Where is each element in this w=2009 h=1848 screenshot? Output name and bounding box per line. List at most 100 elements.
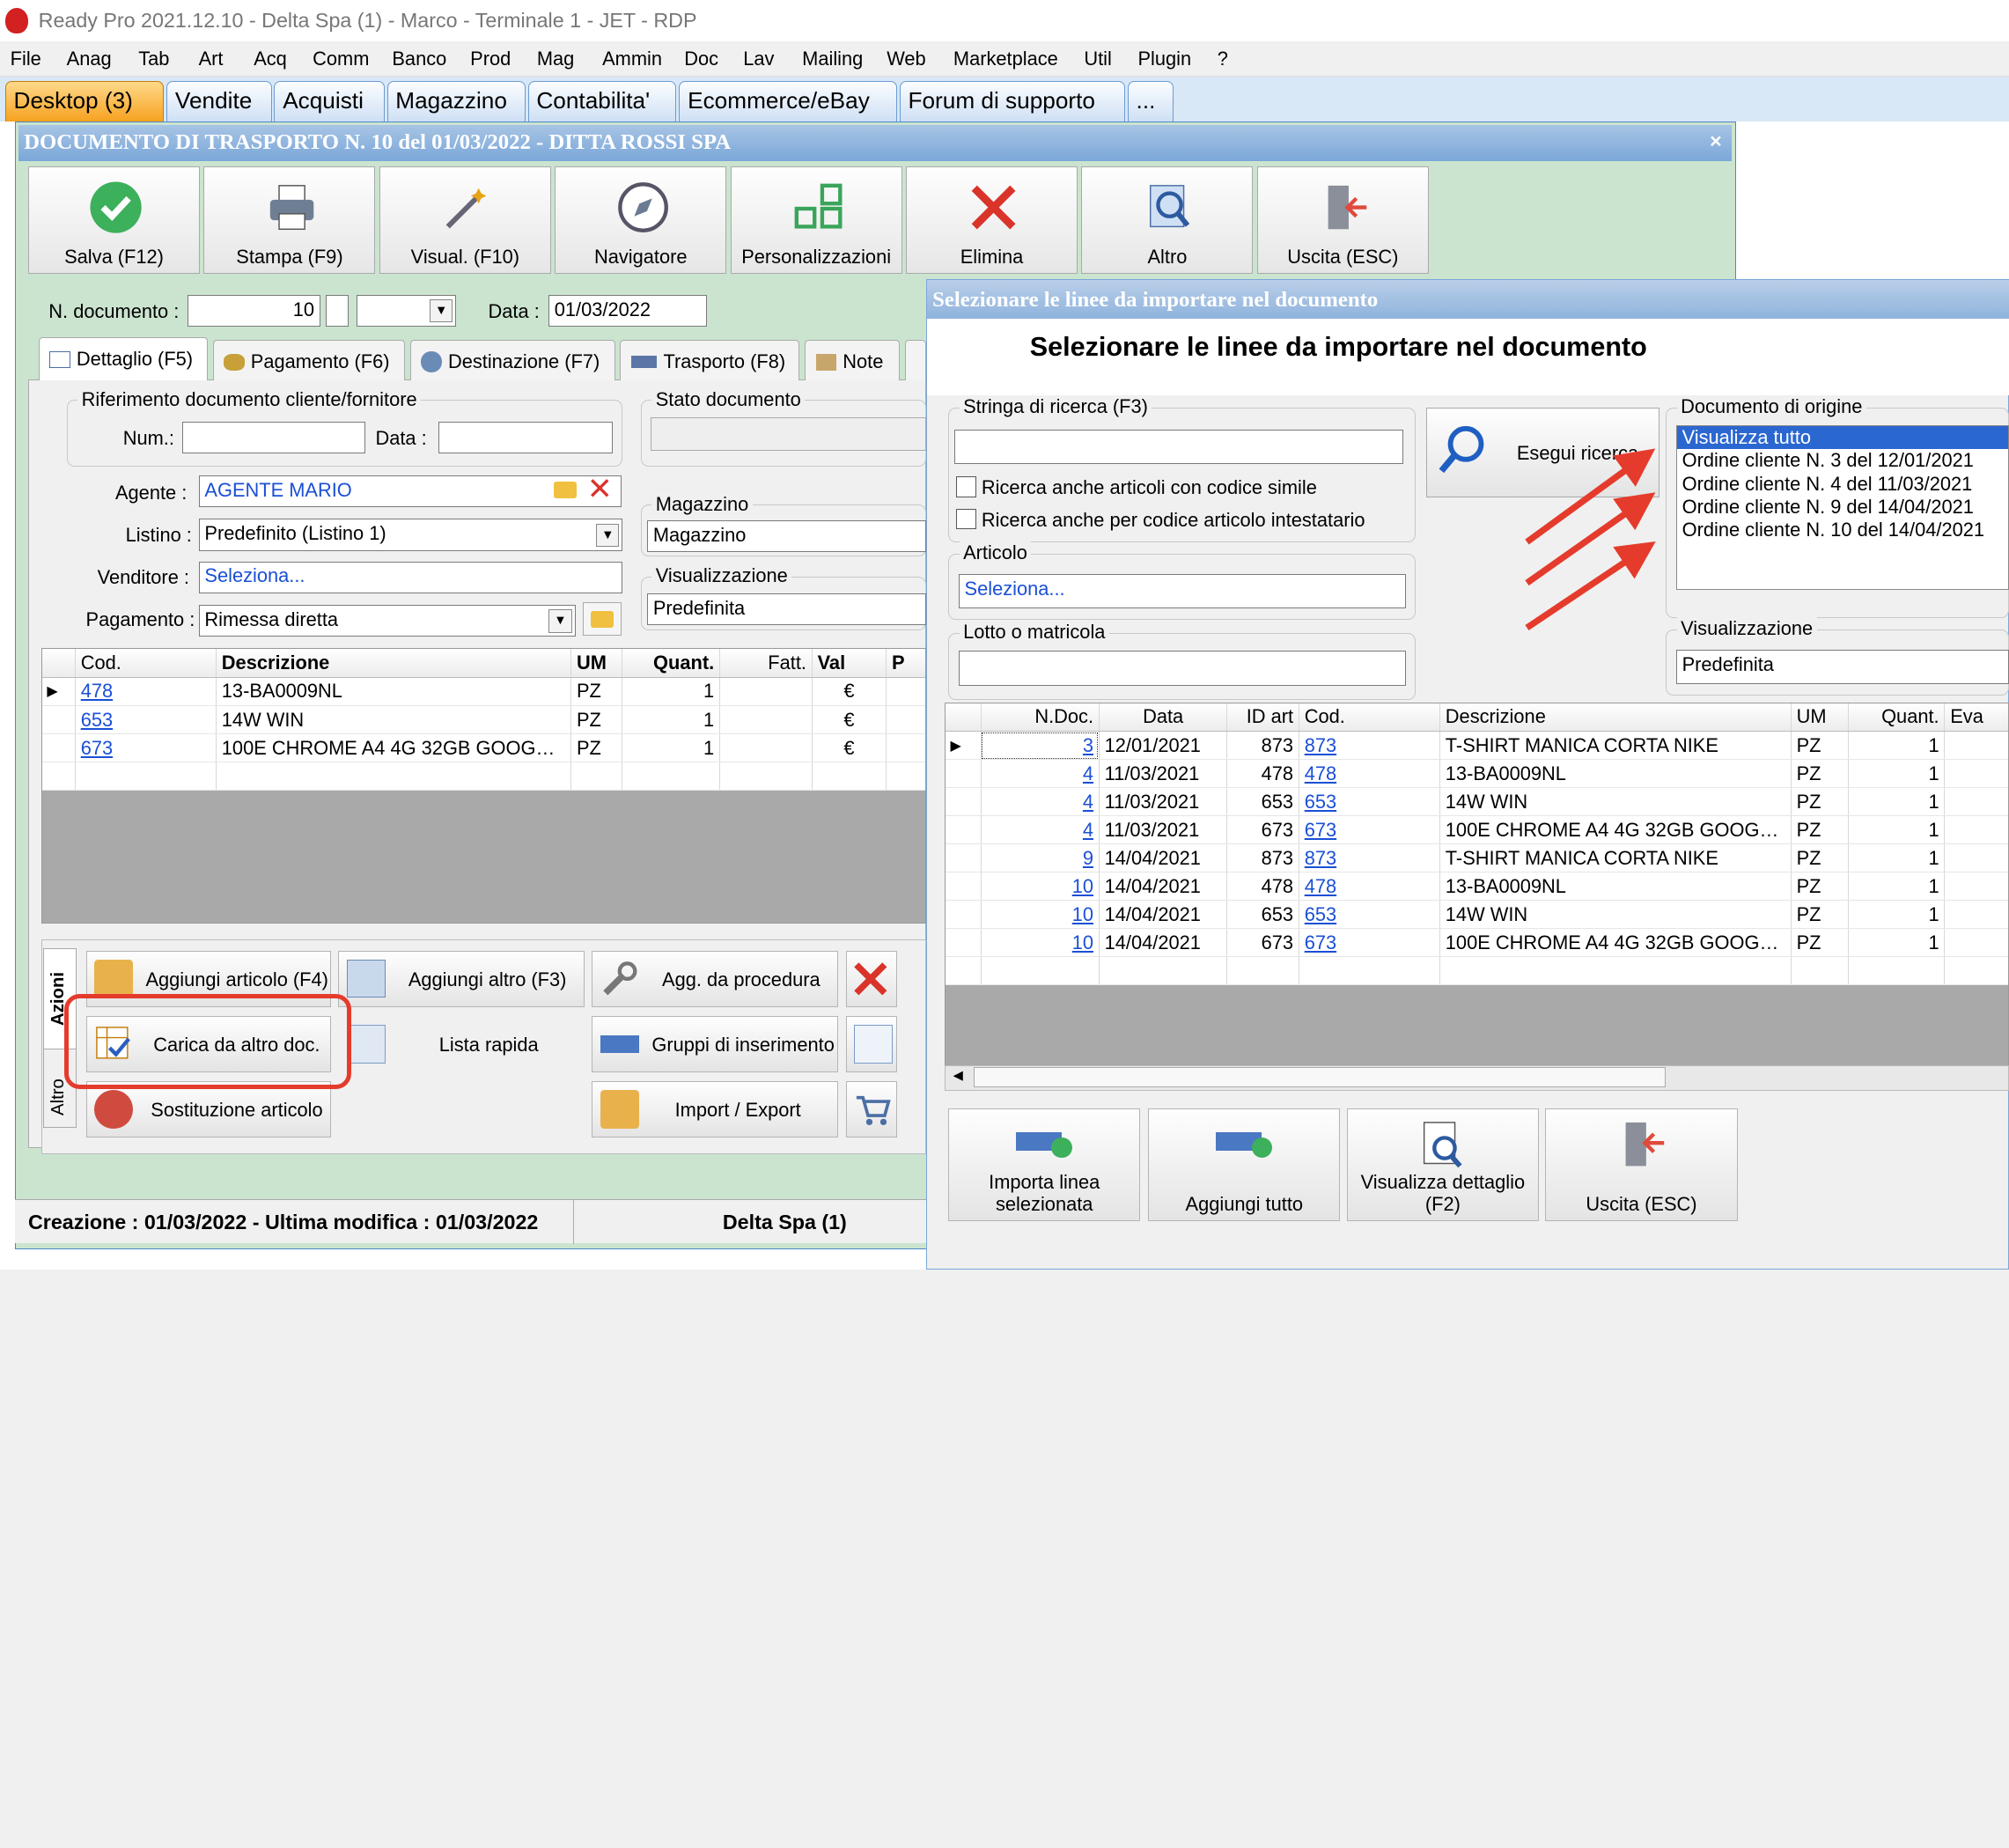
menu-ammin[interactable]: Ammin <box>602 48 662 70</box>
col-header[interactable]: Val <box>812 649 887 678</box>
search-input[interactable] <box>954 429 1403 464</box>
warehouse-select[interactable]: Magazzino <box>647 519 927 553</box>
delete-button[interactable]: Elimina <box>906 166 1078 275</box>
clear-x-icon[interactable]: ✕ <box>587 472 613 507</box>
import-selected-button[interactable]: Importa linea selezionata <box>948 1108 1141 1222</box>
list-item[interactable]: Ordine cliente N. 9 del 14/04/2021 <box>1677 496 2008 519</box>
payment-select[interactable]: Rimessa diretta ▼ <box>198 604 576 637</box>
tab-acquisti[interactable]: Acquisti <box>274 80 385 122</box>
import-lines-grid[interactable]: N.Doc. Data ID art Cod. Descrizione UM Q… <box>944 702 2009 1091</box>
lot-input[interactable] <box>958 651 1406 686</box>
horizontal-scrollbar[interactable]: ◀ <box>944 1064 2009 1091</box>
col-header[interactable]: Data <box>1099 703 1228 733</box>
tab-contabilita[interactable]: Contabilita' <box>527 80 677 122</box>
listino-select[interactable]: Predefinito (Listino 1) ▼ <box>198 519 623 551</box>
ref-num-input[interactable] <box>181 421 365 454</box>
ref-date-input[interactable] <box>438 421 613 454</box>
payment-folder-button[interactable] <box>583 602 622 636</box>
tab-more[interactable]: ... <box>1127 80 1174 122</box>
table-row[interactable]: 653 14W WIN PZ 1 € <box>41 705 926 735</box>
list-item[interactable]: Ordine cliente N. 4 del 11/03/2021 <box>1677 473 2008 496</box>
tab-desktop[interactable]: Desktop (3) <box>4 80 165 122</box>
replace-article-button[interactable]: Sostituzione articolo <box>85 1081 331 1138</box>
col-header[interactable]: UM <box>570 649 623 678</box>
menu-plugin[interactable]: Plugin <box>1137 48 1191 70</box>
doc-number-input[interactable]: 10 <box>187 294 320 328</box>
settings-doc-button[interactable] <box>845 1016 897 1073</box>
menu-banco[interactable]: Banco <box>392 48 446 70</box>
doc-series-select[interactable]: ▼ <box>356 294 457 328</box>
folder-icon[interactable] <box>553 482 577 499</box>
other-button[interactable]: Altro <box>1081 166 1254 275</box>
tab-magazzino[interactable]: Magazzino <box>386 80 526 122</box>
table-row[interactable]: 4 11/03/2021 478 478 13-BA0009NL PZ 1 <box>945 759 2009 789</box>
col-header[interactable]: ID art <box>1226 703 1299 733</box>
table-row[interactable] <box>41 762 926 791</box>
view-detail-button[interactable]: Visualizza dettaglio (F2) <box>1346 1108 1540 1222</box>
scrollbar-thumb[interactable] <box>973 1066 1666 1088</box>
tab-note[interactable]: Note <box>805 339 900 381</box>
doc-suffix-input[interactable] <box>325 294 349 328</box>
col-header[interactable]: UM <box>1791 703 1850 733</box>
menu-doc[interactable]: Doc <box>684 48 718 70</box>
tab-pagamento[interactable]: Pagamento (F6) <box>212 339 405 381</box>
dialog-view-select[interactable]: Predefinita <box>1675 649 2009 685</box>
table-row[interactable] <box>945 956 2009 986</box>
table-row[interactable]: ▶ 3 12/01/2021 873 873 T-SHIRT MANICA CORTA N… <box>945 731 2009 761</box>
tab-dettaglio[interactable]: Dettaglio (F5) <box>38 336 208 381</box>
quick-list-button[interactable]: Lista rapida <box>338 1016 584 1072</box>
col-header[interactable]: Cod. <box>1299 703 1440 733</box>
col-header[interactable]: Fatt. <box>719 649 813 678</box>
view-select[interactable]: Predefinita <box>647 593 927 626</box>
add-from-procedure-button[interactable]: Agg. da procedura <box>592 950 838 1007</box>
save-button[interactable]: Salva (F12) <box>28 166 201 275</box>
print-button[interactable]: Stampa (F9) <box>203 166 376 275</box>
col-header[interactable]: Descrizione <box>216 649 572 678</box>
tab-forum[interactable]: Forum di supporto <box>899 80 1125 122</box>
table-row[interactable]: 4 11/03/2021 673 673 100E CHROME A4 4G 32GB … <box>945 815 2009 845</box>
table-row[interactable]: ▶ 478 13-BA0009NL PZ 1 € <box>41 677 926 706</box>
preview-button[interactable]: Visual. (F10) <box>379 166 551 275</box>
remove-line-button[interactable] <box>845 950 897 1007</box>
menu-util[interactable]: Util <box>1084 48 1112 70</box>
table-row[interactable]: 10 14/04/2021 478 478 13-BA0009NL PZ 1 <box>945 872 2009 902</box>
menu-mailing[interactable]: Mailing <box>802 48 863 70</box>
list-item[interactable]: Ordine cliente N. 3 del 12/01/2021 <box>1677 449 2008 472</box>
add-other-button[interactable]: Aggiungi altro (F3) <box>338 950 585 1007</box>
menu-art[interactable]: Art <box>199 48 224 70</box>
menu-mag[interactable]: Mag <box>537 48 574 70</box>
origin-listbox[interactable]: Visualizza tutto Ordine cliente N. 3 del… <box>1675 425 2009 590</box>
close-icon[interactable]: × <box>1710 129 1722 153</box>
menu-prod[interactable]: Prod <box>470 48 511 70</box>
list-item[interactable]: Visualizza tutto <box>1676 426 2009 450</box>
table-row[interactable]: 10 14/04/2021 673 673 100E CHROME A4 4G 32GB… <box>945 928 2009 958</box>
menu-web[interactable]: Web <box>887 48 926 70</box>
col-header[interactable]: Quant. <box>622 649 720 678</box>
menu-anag[interactable]: Anag <box>67 48 112 70</box>
tab-destinazione[interactable]: Destinazione (F7) <box>409 339 615 381</box>
menu-comm[interactable]: Comm <box>313 48 369 70</box>
col-header[interactable]: Quant. <box>1848 703 1946 733</box>
menu-acq[interactable]: Acq <box>254 48 287 70</box>
doc-date-input[interactable]: 01/03/2022 <box>548 294 708 328</box>
customize-button[interactable]: Personalizzazioni <box>730 166 902 275</box>
table-row[interactable]: 673 100E CHROME A4 4G 32GB GOOGLEC... PZ 1 € <box>41 733 926 763</box>
article-field[interactable]: Seleziona... <box>958 574 1406 609</box>
document-lines-grid[interactable]: Cod. Descrizione UM Quant. Fatt. Val P ▶… <box>40 648 927 924</box>
holder-code-checkbox[interactable] <box>955 508 977 530</box>
col-header[interactable]: P <box>886 649 926 678</box>
tab-trasporto[interactable]: Trasporto (F8) <box>620 339 800 381</box>
menu-tab[interactable]: Tab <box>138 48 169 70</box>
table-row[interactable]: 9 14/04/2021 873 873 T-SHIRT MANICA CORTA NI… <box>945 843 2009 873</box>
cart-button[interactable] <box>845 1081 897 1138</box>
add-all-button[interactable]: Aggiungi tutto <box>1148 1108 1341 1222</box>
import-export-button[interactable]: Import / Export <box>592 1081 838 1138</box>
tab-vendite[interactable]: Vendite <box>166 80 272 122</box>
dialog-exit-button[interactable]: Uscita (ESC) <box>1545 1108 1738 1222</box>
menu-marketplace[interactable]: Marketplace <box>953 48 1058 70</box>
col-header[interactable]: Descrizione <box>1439 703 1792 733</box>
insert-groups-button[interactable]: Gruppi di inserimento <box>592 1016 838 1073</box>
col-header[interactable]: Cod. <box>75 649 217 678</box>
similar-code-checkbox[interactable] <box>955 476 977 497</box>
navigator-button[interactable]: Navigatore <box>555 166 727 275</box>
